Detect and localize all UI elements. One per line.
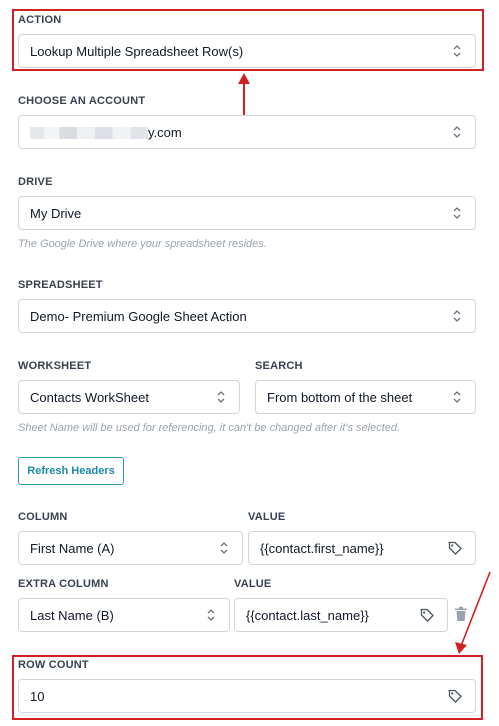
column-select[interactable]: First Name (A) — [18, 531, 243, 565]
search-value: From bottom of the sheet — [267, 389, 413, 405]
tag-icon[interactable] — [446, 687, 464, 705]
drive-select[interactable]: My Drive — [18, 196, 476, 230]
extra-column-label: EXTRA COLUMN — [18, 578, 109, 590]
column-label: COLUMN — [18, 511, 68, 523]
refresh-headers-button[interactable]: Refresh Headers — [18, 457, 124, 485]
chevron-up-down-icon — [214, 389, 228, 405]
chevron-up-down-icon — [217, 540, 231, 556]
spreadsheet-value: Demo- Premium Google Sheet Action — [30, 308, 247, 324]
account-value: y.com — [30, 125, 450, 140]
extra-value-label: VALUE — [234, 578, 272, 590]
drive-help: The Google Drive where your spreadsheet … — [18, 238, 267, 250]
value-input[interactable]: {{contact.first_name}} — [248, 531, 476, 565]
worksheet-select[interactable]: Contacts WorkSheet — [18, 380, 240, 414]
worksheet-value: Contacts WorkSheet — [30, 389, 149, 405]
search-select[interactable]: From bottom of the sheet — [255, 380, 476, 414]
row-count-label: ROW COUNT — [18, 659, 89, 671]
row-count-value: 10 — [30, 688, 45, 704]
chevron-up-down-icon — [450, 308, 464, 324]
column-value: First Name (A) — [30, 540, 115, 556]
worksheet-help: Sheet Name will be used for referencing,… — [18, 422, 401, 434]
action-label: ACTION — [18, 14, 62, 26]
row-count-input[interactable]: 10 — [18, 679, 476, 713]
account-label: CHOOSE AN ACCOUNT — [18, 95, 146, 107]
drive-label: DRIVE — [18, 176, 53, 188]
chevron-up-down-icon — [450, 43, 464, 59]
drive-value: My Drive — [30, 205, 82, 221]
tag-icon[interactable] — [446, 539, 464, 557]
spreadsheet-select[interactable]: Demo- Premium Google Sheet Action — [18, 299, 476, 333]
worksheet-label: WORKSHEET — [18, 360, 92, 372]
search-label: SEARCH — [255, 360, 303, 372]
action-value: Lookup Multiple Spreadsheet Row(s) — [30, 43, 244, 59]
tag-icon[interactable] — [418, 606, 436, 624]
extra-value-text: {{contact.last_name}} — [246, 607, 369, 623]
action-select[interactable]: Lookup Multiple Spreadsheet Row(s) — [18, 34, 476, 68]
extra-column-select[interactable]: Last Name (B) — [18, 598, 230, 632]
chevron-up-down-icon — [450, 205, 464, 221]
value-text: {{contact.first_name}} — [260, 540, 384, 556]
annotation-arrow-up — [238, 73, 250, 116]
account-select[interactable]: y.com — [18, 115, 476, 149]
chevron-up-down-icon — [450, 389, 464, 405]
value-label: VALUE — [248, 511, 286, 523]
blurred-email — [30, 127, 148, 140]
chevron-up-down-icon — [204, 607, 218, 623]
extra-column-value: Last Name (B) — [30, 607, 114, 623]
spreadsheet-label: SPREADSHEET — [18, 279, 103, 291]
annotation-arrow-down — [455, 571, 491, 654]
chevron-up-down-icon — [450, 124, 464, 140]
extra-value-input[interactable]: {{contact.last_name}} — [234, 598, 448, 632]
